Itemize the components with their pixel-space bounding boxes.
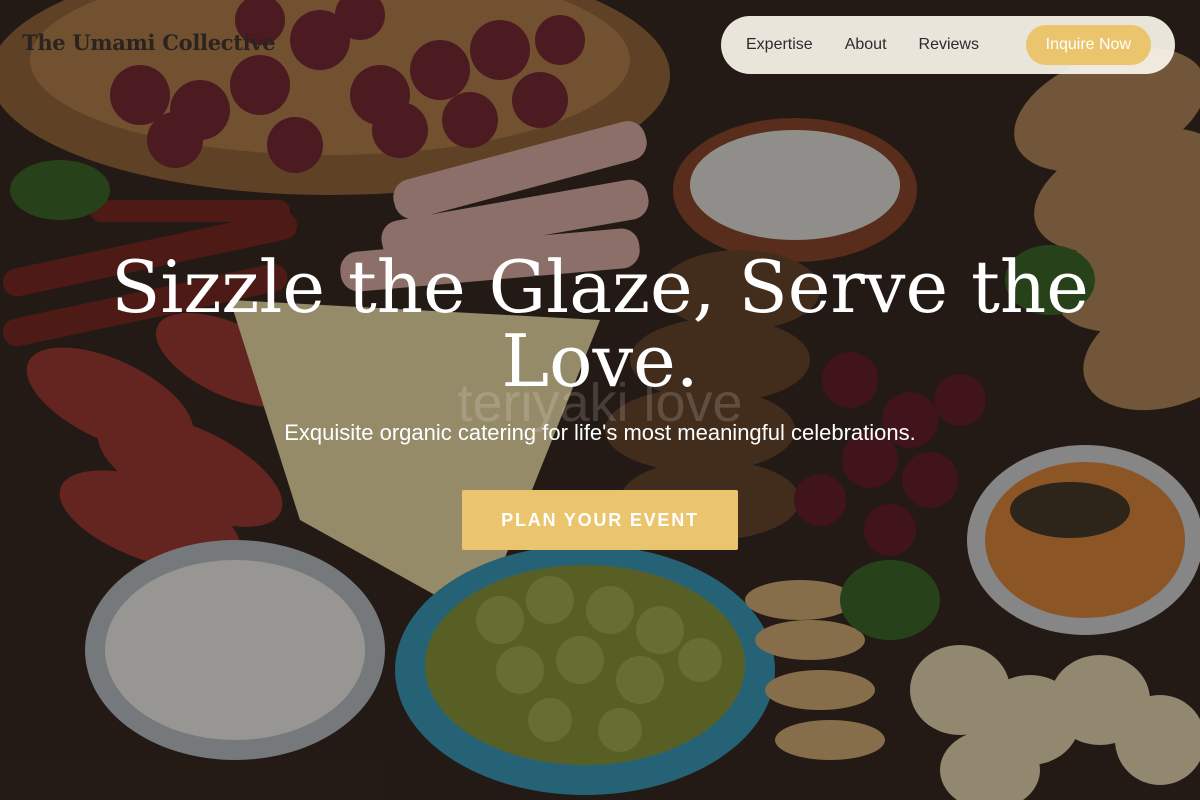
- brand-logo[interactable]: The Umami Collective: [22, 30, 276, 55]
- nav-link-reviews[interactable]: Reviews: [919, 36, 979, 54]
- inquire-now-button[interactable]: Inquire Now: [1025, 25, 1151, 65]
- top-nav: Expertise About Reviews Inquire Now: [721, 16, 1175, 74]
- nav-link-about[interactable]: About: [845, 36, 887, 54]
- hero-headline: Sizzle the Glaze, Serve the Love.: [111, 245, 1089, 403]
- nav-link-expertise[interactable]: Expertise: [746, 36, 813, 54]
- plan-your-event-button[interactable]: PLAN YOUR EVENT: [462, 490, 738, 550]
- hero-subtitle: Exquisite organic catering for life's mo…: [284, 420, 916, 445]
